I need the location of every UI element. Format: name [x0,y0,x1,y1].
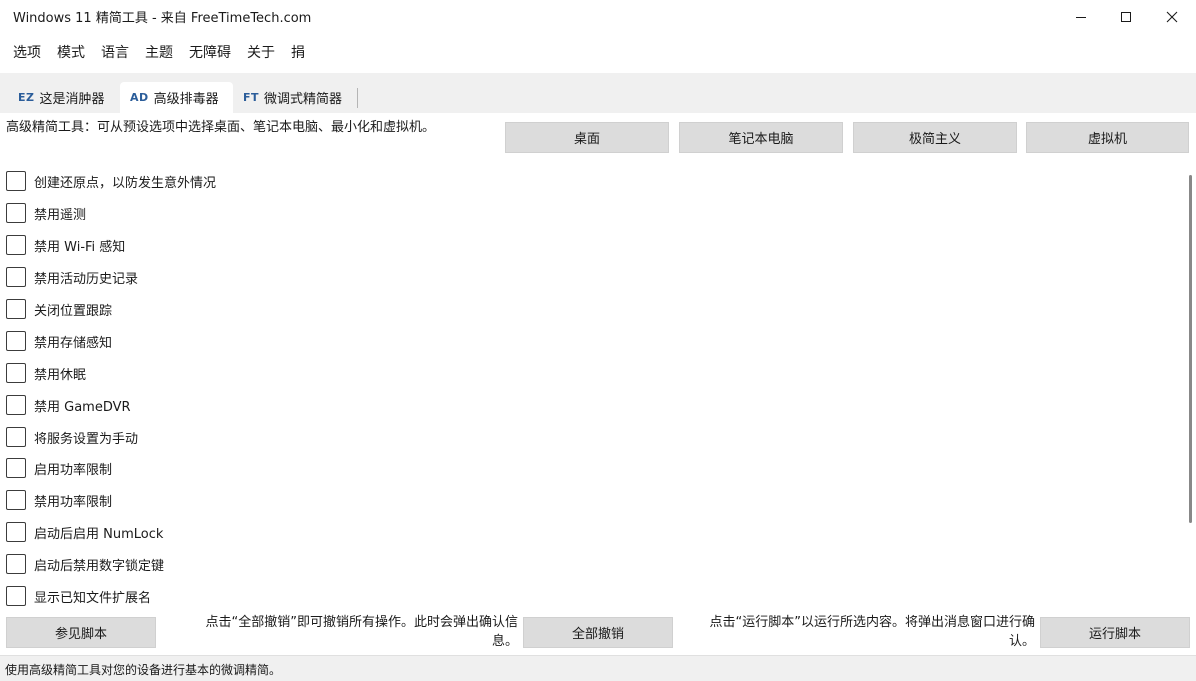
checkbox[interactable] [6,458,26,478]
undo-all-button[interactable]: 全部撤销 [523,617,673,648]
option-label: 禁用 GameDVR [34,399,131,415]
tab-label: 这是消肿器 [39,92,105,107]
checkbox[interactable] [6,427,26,447]
option-disable-power-throttling[interactable]: 禁用功率限制 [6,489,112,511]
tab-fine-tune[interactable]: FT 微调式精简器 [233,82,352,113]
checkbox[interactable] [6,490,26,510]
checkbox[interactable] [6,331,26,351]
checkbox[interactable] [6,395,26,415]
option-enable-power-throttling[interactable]: 启用功率限制 [6,457,112,479]
menu-language[interactable]: 语言 [93,38,137,68]
option-label: 禁用 Wi-Fi 感知 [34,239,126,255]
checkbox[interactable] [6,363,26,383]
option-disable-wifi-sense[interactable]: 禁用 Wi-Fi 感知 [6,234,125,256]
status-bar: 使用高级精简工具对您的设备进行基本的微调精简。 [0,655,1196,681]
tab-content: 高级精简工具：可从预设选项中选择桌面、笔记本电脑、最小化和虚拟机。 桌面 笔记本… [0,113,1196,655]
maximize-icon [1121,11,1131,22]
option-disable-storage-sense[interactable]: 禁用存储感知 [6,330,112,352]
option-label: 启动后启用 NumLock [34,526,164,542]
option-restore-point[interactable]: 创建还原点，以防发生意外情况 [6,170,216,192]
checkbox[interactable] [6,171,26,191]
minimize-button[interactable] [1058,0,1104,33]
option-disable-location-tracking[interactable]: 关闭位置跟踪 [6,298,112,320]
checkbox[interactable] [6,235,26,255]
tab-divider [357,88,358,108]
tab-label: 高级排毒器 [153,92,219,107]
preset-minimalist-button[interactable]: 极简主义 [853,122,1017,153]
run-hint-line2: 认。 [1008,634,1035,649]
checkbox[interactable] [6,522,26,542]
checkbox[interactable] [6,586,26,606]
page-description: 高级精简工具：可从预设选项中选择桌面、笔记本电脑、最小化和虚拟机。 [6,120,436,135]
option-services-manual[interactable]: 将服务设置为手动 [6,426,138,448]
minimize-icon [1076,16,1086,18]
undo-hint: 点击“全部撤销”即可撤销所有操作。此时会弹出确认信 息。 [166,613,518,651]
run-hint-line1: 点击“运行脚本”以运行所选内容。将弹出消息窗口进行确 [709,615,1035,630]
close-button[interactable] [1149,0,1195,33]
option-label: 禁用活动历史记录 [34,271,139,287]
run-hint: 点击“运行脚本”以运行所选内容。将弹出消息窗口进行确 认。 [680,613,1035,651]
option-label: 将服务设置为手动 [34,431,139,447]
menu-donate[interactable]: 捐 [283,38,313,68]
option-label: 关闭位置跟踪 [34,303,113,319]
status-text: 使用高级精简工具对您的设备进行基本的微调精简。 [5,663,282,677]
close-icon [1166,11,1178,22]
tab-label: 微调式精简器 [264,92,343,107]
view-script-button[interactable]: 参见脚本 [6,617,156,648]
undo-hint-line1: 点击“全部撤销”即可撤销所有操作。此时会弹出确认信 [205,615,518,630]
tab-debloater[interactable]: EZ 这是消肿器 [8,82,115,113]
run-script-button[interactable]: 运行脚本 [1040,617,1190,648]
tab-tag-ft: FT [243,91,260,104]
option-label: 禁用遥测 [34,207,87,223]
option-label: 显示已知文件扩展名 [34,590,152,606]
tab-strip: EZ 这是消肿器 AD 高级排毒器 FT 微调式精简器 [0,73,1196,113]
tab-advanced-detox[interactable]: AD 高级排毒器 [120,82,233,113]
scrollbar-thumb[interactable] [1189,175,1192,523]
menu-accessibility[interactable]: 无障碍 [181,38,239,68]
preset-vm-button[interactable]: 虚拟机 [1026,122,1189,153]
option-disable-telemetry[interactable]: 禁用遥测 [6,202,86,224]
option-label: 禁用功率限制 [34,494,113,510]
option-label: 启用功率限制 [34,462,113,478]
checkbox[interactable] [6,299,26,319]
menu-options[interactable]: 选项 [5,38,49,68]
preset-desktop-button[interactable]: 桌面 [505,122,669,153]
option-label: 启动后禁用数字锁定键 [34,558,165,574]
option-enable-numlock[interactable]: 启动后启用 NumLock [6,521,163,543]
option-disable-activity-history[interactable]: 禁用活动历史记录 [6,266,138,288]
tab-tag-ez: EZ [18,91,35,104]
option-label: 禁用存储感知 [34,335,113,351]
maximize-button[interactable] [1103,0,1149,33]
option-disable-numlock[interactable]: 启动后禁用数字锁定键 [6,553,164,575]
window-title: Windows 11 精简工具 - 来自 FreeTimeTech.com [13,11,312,26]
option-label: 禁用休眠 [34,367,87,383]
menu-theme[interactable]: 主题 [137,38,181,68]
option-disable-hibernation[interactable]: 禁用休眠 [6,362,86,384]
preset-laptop-button[interactable]: 笔记本电脑 [679,122,843,153]
checkbox[interactable] [6,267,26,287]
option-show-file-extensions[interactable]: 显示已知文件扩展名 [6,585,151,607]
menu-mode[interactable]: 模式 [49,38,93,68]
menu-bar: 选项 模式 语言 主题 无障碍 关于 捐 [0,38,1196,68]
undo-hint-line2: 息。 [491,634,518,649]
checkbox[interactable] [6,554,26,574]
option-label: 创建还原点，以防发生意外情况 [34,175,217,191]
title-bar: Windows 11 精简工具 - 来自 FreeTimeTech.com [0,0,1196,33]
option-disable-gamedvr[interactable]: 禁用 GameDVR [6,394,131,416]
checkbox[interactable] [6,203,26,223]
tab-tag-ad: AD [130,91,149,104]
menu-about[interactable]: 关于 [239,38,283,68]
